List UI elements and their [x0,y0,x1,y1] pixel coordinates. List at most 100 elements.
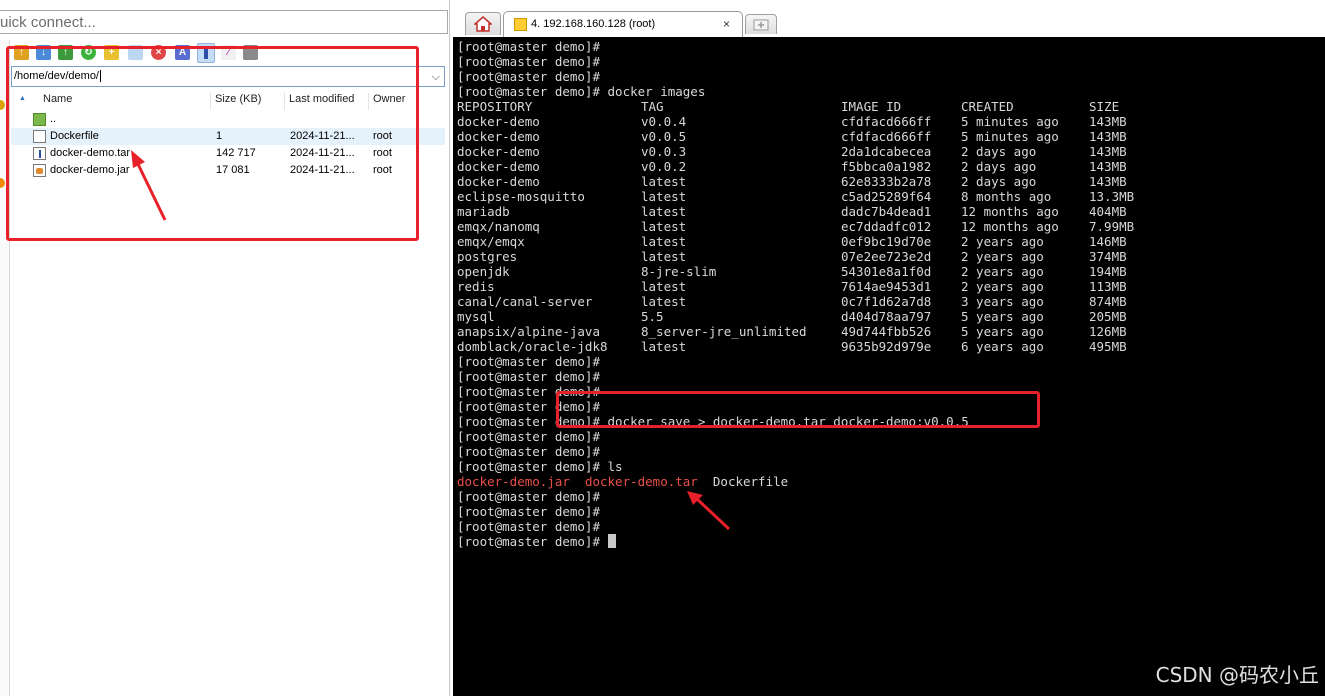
images-cell: 8 months ago [961,189,1052,204]
terminal-session-icon [514,18,527,31]
watermark: CSDN @码农小丘 [1155,663,1319,687]
images-cell: mariadb [457,204,510,219]
images-cell: latest [641,219,687,234]
images-cell: mysql [457,309,495,324]
images-header-cell: SIZE [1089,99,1120,114]
images-cell: 205MB [1089,309,1127,324]
images-cell: 146MB [1089,234,1127,249]
images-cell: 13.3MB [1089,189,1135,204]
images-cell: 2 days ago [961,144,1037,159]
images-cell: 126MB [1089,324,1127,339]
quick-connect-placeholder: uick connect... [0,14,96,31]
images-cell: 5 minutes ago [961,114,1059,129]
images-cell: redis [457,279,495,294]
images-cell: 5 minutes ago [961,129,1059,144]
images-cell: c5ad25289f64 [841,189,932,204]
images-cell: 7.99MB [1089,219,1135,234]
annotation-arrow-icon [131,150,167,221]
terminal-prompt-line: [root@master demo]# [457,534,616,549]
images-cell: latest [641,339,687,354]
close-tab-icon[interactable]: × [723,12,730,36]
images-cell: 9635b92d979e [841,339,932,354]
tab-session-192-168-160-128[interactable]: 4. 192.168.160.128 (root) × [503,11,743,37]
images-cell: 2 years ago [961,279,1044,294]
images-cell: v0.0.5 [641,129,687,144]
images-cell: canal/canal-server [457,294,593,309]
images-cell: latest [641,204,687,219]
images-cell: 3 years ago [961,294,1044,309]
new-tab-button[interactable] [745,14,777,34]
images-cell: docker-demo [457,114,540,129]
images-header-cell: REPOSITORY [457,99,533,114]
session-tab-bar: 4. 192.168.160.128 (root) × [453,0,1325,37]
terminal-line: [root@master demo]# [457,369,600,384]
images-cell: postgres [457,249,518,264]
images-cell: dadc7b4dead1 [841,204,932,219]
chevron-down-icon[interactable]: ⌵ [432,68,440,86]
images-cell: 374MB [1089,249,1127,264]
images-cell: latest [641,189,687,204]
images-cell: 8-jre-slim [641,264,717,279]
annotation-box-docker-save [556,391,1040,428]
images-cell: 404MB [1089,204,1127,219]
images-cell: latest [641,279,687,294]
terminal-line: [root@master demo]# [457,429,600,444]
images-cell: latest [641,234,687,249]
session-marker-icon [0,178,5,188]
images-cell: emqx/emqx [457,234,525,249]
images-cell: v0.0.4 [641,114,687,129]
images-cell: 07e2ee723e2d [841,249,932,264]
images-cell: 2 days ago [961,159,1037,174]
images-cell: latest [641,249,687,264]
images-cell: openjdk [457,264,510,279]
images-cell: emqx/nanomq [457,219,540,234]
images-cell: 2 years ago [961,234,1044,249]
images-cell: v0.0.3 [641,144,687,159]
images-cell: 874MB [1089,294,1127,309]
terminal-cursor [607,534,616,548]
images-cell: 0ef9bc19d70e [841,234,932,249]
session-marker-icon [0,100,5,110]
images-cell: domblack/oracle-jdk8 [457,339,608,354]
images-cell: v0.0.2 [641,159,687,174]
images-cell: 49d744fbb526 [841,324,932,339]
images-cell: docker-demo [457,129,540,144]
terminal-line: [root@master demo]# [457,69,600,84]
images-cell: 7614ae9453d1 [841,279,932,294]
images-cell: 143MB [1089,144,1127,159]
images-cell: 62e8333b2a78 [841,174,932,189]
plus-icon [753,19,769,30]
images-cell: 54301e8a1f0d [841,264,932,279]
images-cell: docker-demo [457,159,540,174]
images-cell: eclipse-mosquitto [457,189,585,204]
left-pane: uick connect... ↑ ↓ ↑ ↻ + × A ⁄ /home/de… [0,0,450,696]
images-cell: 12 months ago [961,219,1059,234]
images-cell: 143MB [1089,159,1127,174]
home-icon [474,16,492,32]
home-tab[interactable] [465,12,501,35]
images-cell: 495MB [1089,339,1127,354]
images-cell: 143MB [1089,174,1127,189]
terminal-line: [root@master demo]# [457,354,600,369]
images-cell: d404d78aa797 [841,309,932,324]
ls-tar-entry: docker-demo.tar [584,474,698,489]
terminal-line: [root@master demo]# [457,444,600,459]
images-cell: 2 years ago [961,264,1044,279]
images-cell: cfdfacd666ff [841,129,932,144]
images-cell: 5 years ago [961,324,1044,339]
quick-connect-input[interactable]: uick connect... [0,10,448,34]
images-cell: 2 days ago [961,174,1037,189]
images-cell: 113MB [1089,279,1127,294]
terminal-line: [root@master demo]# [457,54,600,69]
terminal-line: [root@master demo]# [457,504,600,519]
images-cell: 2 years ago [961,249,1044,264]
terminal-line: [root@master demo]# [457,39,600,54]
images-cell: 143MB [1089,129,1127,144]
images-cell: 0c7f1d62a7d8 [841,294,932,309]
images-cell: anapsix/alpine-java [457,324,600,339]
images-header-cell: CREATED [961,99,1014,114]
images-cell: 5 years ago [961,309,1044,324]
terminal[interactable]: [root@master demo]# [root@master demo]# … [453,37,1325,696]
images-cell: 194MB [1089,264,1127,279]
images-cell: docker-demo [457,174,540,189]
